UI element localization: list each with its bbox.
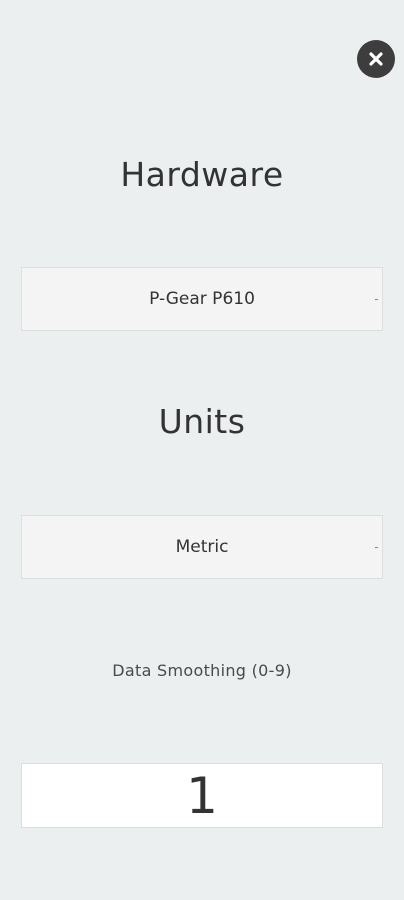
dropdown-arrow-icon <box>375 547 378 548</box>
close-icon <box>368 51 384 67</box>
units-heading: Units <box>158 402 246 441</box>
dropdown-arrow-icon <box>375 299 378 300</box>
close-button[interactable] <box>357 40 395 78</box>
hardware-select[interactable]: P-Gear P610 <box>21 267 383 331</box>
units-selected-value: Metric <box>175 537 229 557</box>
data-smoothing-label: Data Smoothing (0-9) <box>112 661 292 680</box>
data-smoothing-input[interactable] <box>21 763 383 828</box>
units-select[interactable]: Metric <box>21 515 383 579</box>
hardware-heading: Hardware <box>120 155 284 194</box>
hardware-selected-value: P-Gear P610 <box>149 289 255 309</box>
